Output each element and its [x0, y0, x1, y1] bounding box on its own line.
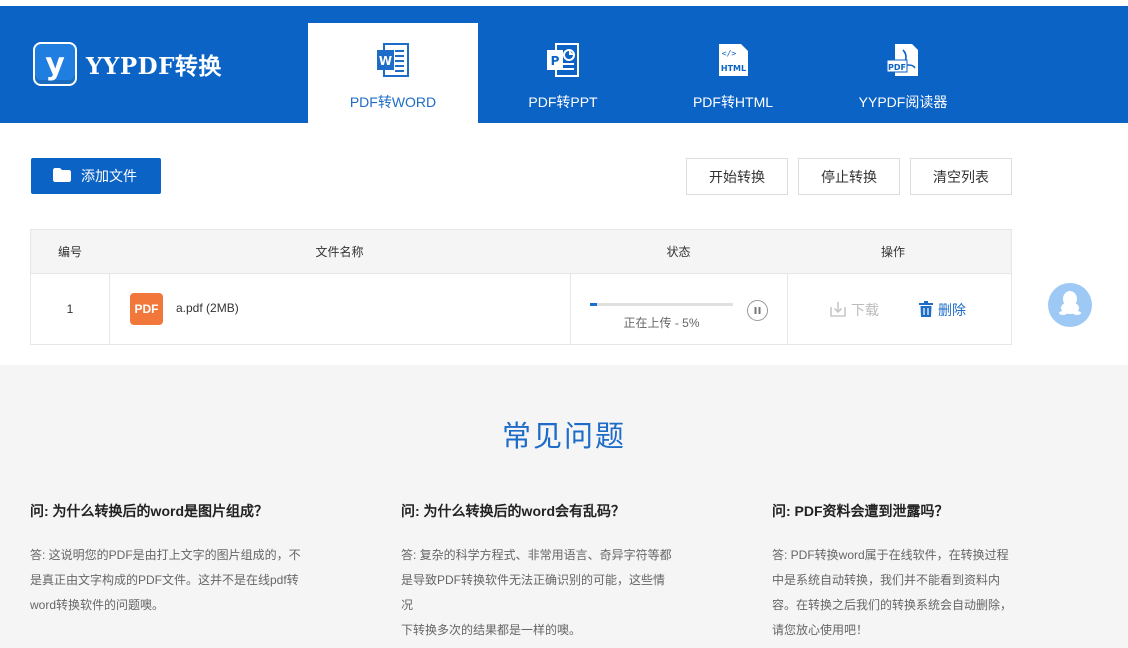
svg-text:</>: </> [722, 49, 737, 58]
faq-title: 常见问题 [501, 421, 626, 453]
faq-item: 问: 为什么转换后的word会有乱码？ 答: 复杂的科学方程式、非常用语言、奇异… [401, 501, 676, 643]
add-file-label: 添加文件 [81, 168, 137, 184]
faq-section: 常见问题 问: 为什么转换后的word是图片组成？ 答: 这说明您的PDF是由打… [0, 365, 1128, 648]
tab-label: PDF转HTML [692, 94, 774, 110]
faq-answer-line: word转换软件的问题噢。 [30, 598, 165, 612]
tab-pdf-to-ppt[interactable]: P PDF转PPT [478, 23, 648, 123]
faq-answer: 答: 这说明您的PDF是由打上文字的图片组成的，不 是真正由文字构成的PDF文件… [30, 543, 305, 618]
stop-convert-button[interactable]: 停止转换 [798, 158, 900, 195]
tab-label: YYPDF阅读器 [858, 94, 948, 110]
penguin-icon [1058, 290, 1082, 321]
tab-label: PDF转PPT [528, 94, 598, 110]
download-label: 下载 [851, 302, 879, 318]
delete-label: 删除 [938, 302, 966, 318]
folder-icon [53, 167, 71, 185]
start-convert-button[interactable]: 开始转换 [686, 158, 788, 195]
faq-item: 问: 为什么转换后的word是图片组成？ 答: 这说明您的PDF是由打上文字的图… [30, 501, 305, 618]
faq-answer-line: 答: PDF转换word属于在线软件，在转换过程 [772, 548, 1009, 562]
faq-question: 问: 为什么转换后的word是图片组成？ [30, 503, 268, 519]
table-header: 编号 文件名称 状态 操作 [31, 230, 1011, 274]
svg-text:HTML: HTML [721, 64, 746, 73]
faq-item: 问: PDF资料会遭到泄露吗？ 答: PDF转换word属于在线软件，在转换过程… [772, 501, 1047, 643]
clear-list-button[interactable]: 清空列表 [910, 158, 1012, 195]
tab-pdf-to-word[interactable]: W PDF转WORD [308, 23, 478, 123]
row-number: 1 [66, 302, 74, 316]
faq-answer-line: 下转换多次的结果都是一样的噢。 [401, 623, 582, 637]
header: y YYPDF转换 W PDF转WORD P PDF转PPT </> HTML … [0, 6, 1128, 123]
upload-status: 正在上传 - 5% [623, 316, 700, 330]
tab-label: PDF转WORD [349, 94, 437, 110]
delete-button[interactable]: 删除 [919, 300, 966, 320]
file-name: a.pdf (2MB) [176, 301, 239, 315]
faq-question: 问: 为什么转换后的word会有乱码？ [401, 503, 625, 519]
faq-answer-line: 答: 这说明您的PDF是由打上文字的图片组成的，不 [30, 548, 301, 562]
tab-pdf-to-html[interactable]: </> HTML PDF转HTML [648, 23, 818, 123]
faq-question: 问: PDF资料会遭到泄露吗？ [772, 503, 949, 519]
header-num: 编号 [57, 245, 82, 259]
upload-progress-fill [590, 303, 598, 306]
add-file-button[interactable]: 添加文件 [31, 158, 161, 194]
faq-answer: 答: PDF转换word属于在线软件，在转换过程 中是系统自动转换，我们并不能看… [772, 543, 1047, 643]
pdf-file-icon: PDF [130, 293, 163, 325]
faq-answer: 答: 复杂的科学方程式、非常用语言、奇异字符等都 是导致PDF转换软件无法正确识… [401, 543, 676, 643]
upload-progress-bar [590, 303, 733, 306]
faq-answer-line: 是导致PDF转换软件无法正确识别的可能，这些情况 [401, 573, 666, 612]
faq-answer-line: 答: 复杂的科学方程式、非常用语言、奇异字符等都 [401, 548, 672, 562]
tab-yypdf-reader[interactable]: PDF YYPDF阅读器 [818, 23, 988, 123]
pdf-reader-icon: PDF [885, 42, 921, 83]
word-icon: W [375, 42, 411, 83]
trash-icon [919, 300, 938, 320]
file-table: 编号 文件名称 状态 操作 1 PDF a.pdf (2MB) 正在上传 - 5… [30, 229, 1012, 345]
faq-answer-line: 容。在转换之后我们的转换系统会自动删除， [772, 598, 1013, 612]
svg-text:W: W [379, 54, 392, 68]
faq-answer-line: 是真正由文字构成的PDF文件。这并不是在线pdf转 [30, 573, 299, 587]
pause-icon [753, 304, 762, 318]
html-icon: </> HTML [715, 42, 751, 83]
table-row: 1 PDF a.pdf (2MB) 正在上传 - 5% 下载 删除 [31, 274, 1011, 344]
header-status: 状态 [666, 245, 691, 259]
pause-button[interactable] [747, 300, 768, 321]
brand-logo[interactable]: y YYPDF转换 [33, 42, 222, 86]
svg-text:PDF: PDF [888, 63, 906, 72]
brand-name: YYPDF转换 [86, 53, 222, 80]
header-action: 操作 [880, 245, 905, 259]
faq-answer-line: 中是系统自动转换，我们并不能看到资料内 [772, 573, 1001, 587]
svg-text:P: P [551, 54, 560, 68]
download-button[interactable]: 下载 [830, 300, 879, 320]
download-icon [830, 301, 851, 320]
ppt-icon: P [545, 42, 581, 83]
header-name: 文件名称 [315, 245, 364, 259]
logo-icon: y [33, 42, 77, 86]
qq-chat-button[interactable] [1048, 283, 1092, 327]
faq-answer-line: 请您放心使用吧！ [772, 623, 869, 637]
